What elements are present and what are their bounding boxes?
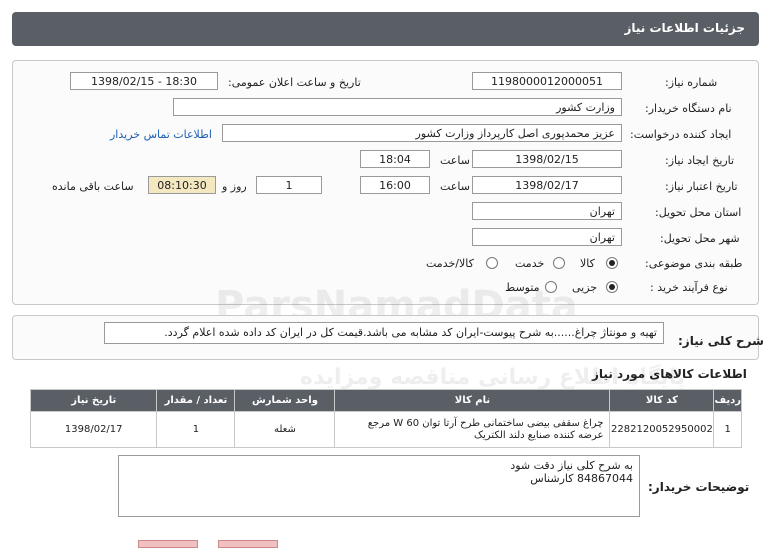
category-service-label: خدمت (515, 257, 545, 270)
announce-label: تاریخ و ساعت اعلان عمومی: (228, 76, 361, 89)
process-minor-radio[interactable] (606, 281, 618, 293)
general-desc-label: شرح کلی نیاز: (678, 334, 764, 348)
general-desc-field: تهیه و مونتاژ چراغ......به شرح پیوست-ایر… (104, 322, 664, 344)
buyer-notes-line2: 84867044 کارشناس (530, 472, 633, 485)
deadline-time-label: ساعت (440, 180, 470, 193)
days-label: روز و (222, 180, 247, 193)
created-date-label: تاریخ ایجاد نیاز: (665, 154, 735, 167)
requester-label: ایجاد کننده درخواست: (630, 128, 732, 141)
city-field: تهران (472, 228, 622, 246)
category-goods-service-radio[interactable] (486, 257, 498, 269)
action-button-2[interactable] (218, 540, 278, 548)
table-row: 1 2282120052950002 چراغ سقفی بیضی ساختما… (29, 411, 742, 448)
buyer-notes-field: به شرح کلی نیاز دقت شود 84867044 کارشناس (118, 455, 640, 517)
created-time-label: ساعت (440, 154, 470, 167)
category-goods-label: کالا (580, 257, 595, 270)
deadline-time-field: 16:00 (360, 176, 430, 194)
col-index: ردیف (713, 389, 742, 412)
category-goods-radio[interactable] (606, 257, 618, 269)
need-number-label: شماره نیاز: (665, 76, 718, 89)
announce-field: 1398/02/15 - 18:30 (70, 72, 218, 90)
city-label: شهر محل تحویل: (660, 232, 740, 245)
cell-date: 1398/02/17 (29, 411, 158, 448)
process-medium-radio[interactable] (545, 281, 557, 293)
goods-section-title: اطلاعات کالاهای مورد نیاز (592, 367, 747, 381)
col-code: کد کالا (609, 389, 715, 412)
need-number-field: 1198000012000051 (472, 72, 622, 90)
province-field: تهران (472, 202, 622, 220)
buyer-org-field: وزارت کشور (173, 98, 622, 116)
cell-name-line2: عرضه کننده صنایع دلند الکتریک (474, 429, 604, 441)
requester-field: عزیز محمدپوری اصل کارپرداز وزارت کشور (222, 124, 622, 142)
process-label: نوع فرآیند خرید : (650, 281, 728, 294)
action-button-1[interactable] (138, 540, 198, 548)
cell-name: چراغ سقفی بیضی ساختمانی طرح آرتا توان 60… (334, 411, 611, 448)
process-medium-label: متوسط (505, 281, 540, 294)
time-remaining-label: ساعت باقی مانده (52, 180, 134, 193)
col-date: تاریخ نیاز (29, 389, 158, 412)
cell-index: 1 (713, 411, 742, 448)
created-time-field: 18:04 (360, 150, 430, 168)
category-service-radio[interactable] (553, 257, 565, 269)
deadline-date-field: 1398/02/17 (472, 176, 622, 194)
buyer-notes-line1: به شرح کلی نیاز دقت شود (510, 459, 633, 472)
buyer-org-label: نام دستگاه خریدار: (645, 102, 732, 115)
goods-table-header: ردیف کد کالا نام کالا واحد شمارش تعداد /… (29, 389, 742, 412)
created-date-field: 1398/02/15 (472, 150, 622, 168)
col-qty: تعداد / مقدار (156, 389, 236, 412)
col-unit: واحد شمارش (234, 389, 336, 412)
cell-qty: 1 (156, 411, 236, 448)
buyer-contact-link[interactable]: اطلاعات تماس خریدار (110, 128, 212, 141)
process-minor-label: جزیی (572, 281, 598, 294)
cell-unit: شعله (234, 411, 336, 448)
province-label: استان محل تحویل: (655, 206, 742, 219)
page-title: جزئیات اطلاعات نیاز (12, 12, 759, 46)
cell-code: 2282120052950002 (609, 411, 715, 448)
days-remaining-field: 1 (256, 176, 322, 194)
buyer-notes-label: توضیحات خریدار: (648, 480, 750, 494)
col-name: نام کالا (334, 389, 611, 412)
category-goods-service-label: کالا/خدمت (426, 257, 474, 270)
time-remaining-field: 08:10:30 (148, 176, 216, 194)
category-label: طبقه بندی موضوعی: (645, 257, 743, 270)
goods-table: ردیف کد کالا نام کالا واحد شمارش تعداد /… (29, 389, 742, 448)
deadline-label: تاریخ اعتبار نیاز: (665, 180, 738, 193)
cell-name-line1: چراغ سقفی بیضی ساختمانی طرح آرتا توان 60… (367, 417, 604, 429)
